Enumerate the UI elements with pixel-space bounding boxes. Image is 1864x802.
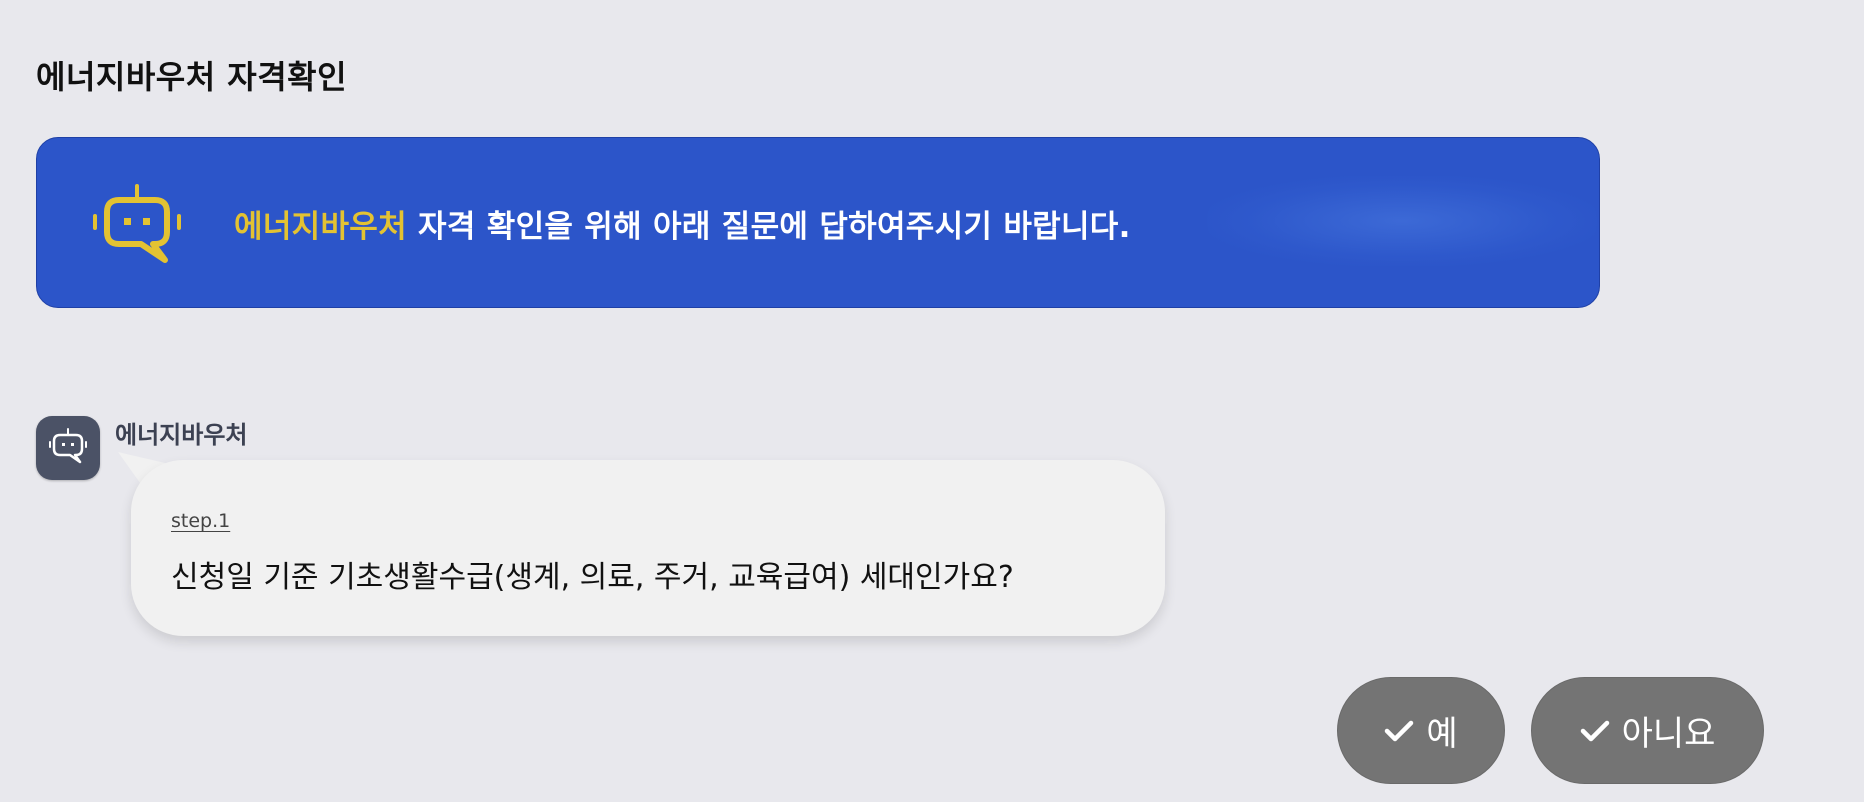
chat-bubble: step.1 신청일 기준 기초생활수급(생계, 의료, 주거, 교육급여) 세… <box>131 460 1165 636</box>
banner-glow <box>1207 176 1597 266</box>
no-button[interactable]: 아니요 <box>1531 677 1764 784</box>
avatar <box>36 416 100 480</box>
robot-chat-icon <box>93 184 181 263</box>
info-banner: 에너지바우처 자격 확인을 위해 아래 질문에 답하여주시기 바랍니다. <box>36 137 1600 308</box>
question-text: 신청일 기준 기초생활수급(생계, 의료, 주거, 교육급여) 세대인가요? <box>171 560 1014 595</box>
robot-chat-icon <box>49 428 87 464</box>
banner-message: 에너지바우처 자격 확인을 위해 아래 질문에 답하여주시기 바랍니다. <box>234 201 1131 246</box>
banner-message-text: 자격 확인을 위해 아래 질문에 답하여주시기 바랍니다. <box>406 209 1131 245</box>
check-icon <box>1580 720 1609 741</box>
yes-button[interactable]: 예 <box>1337 677 1505 784</box>
check-icon <box>1385 720 1414 741</box>
no-button-label: 아니요 <box>1621 714 1716 754</box>
banner-highlight: 에너지바우처 <box>234 209 407 245</box>
step-label: step.1 <box>171 510 231 532</box>
yes-button-label: 예 <box>1426 714 1458 754</box>
page-title: 에너지바우처 자격확인 <box>36 58 348 96</box>
bot-name: 에너지바우처 <box>115 421 248 449</box>
